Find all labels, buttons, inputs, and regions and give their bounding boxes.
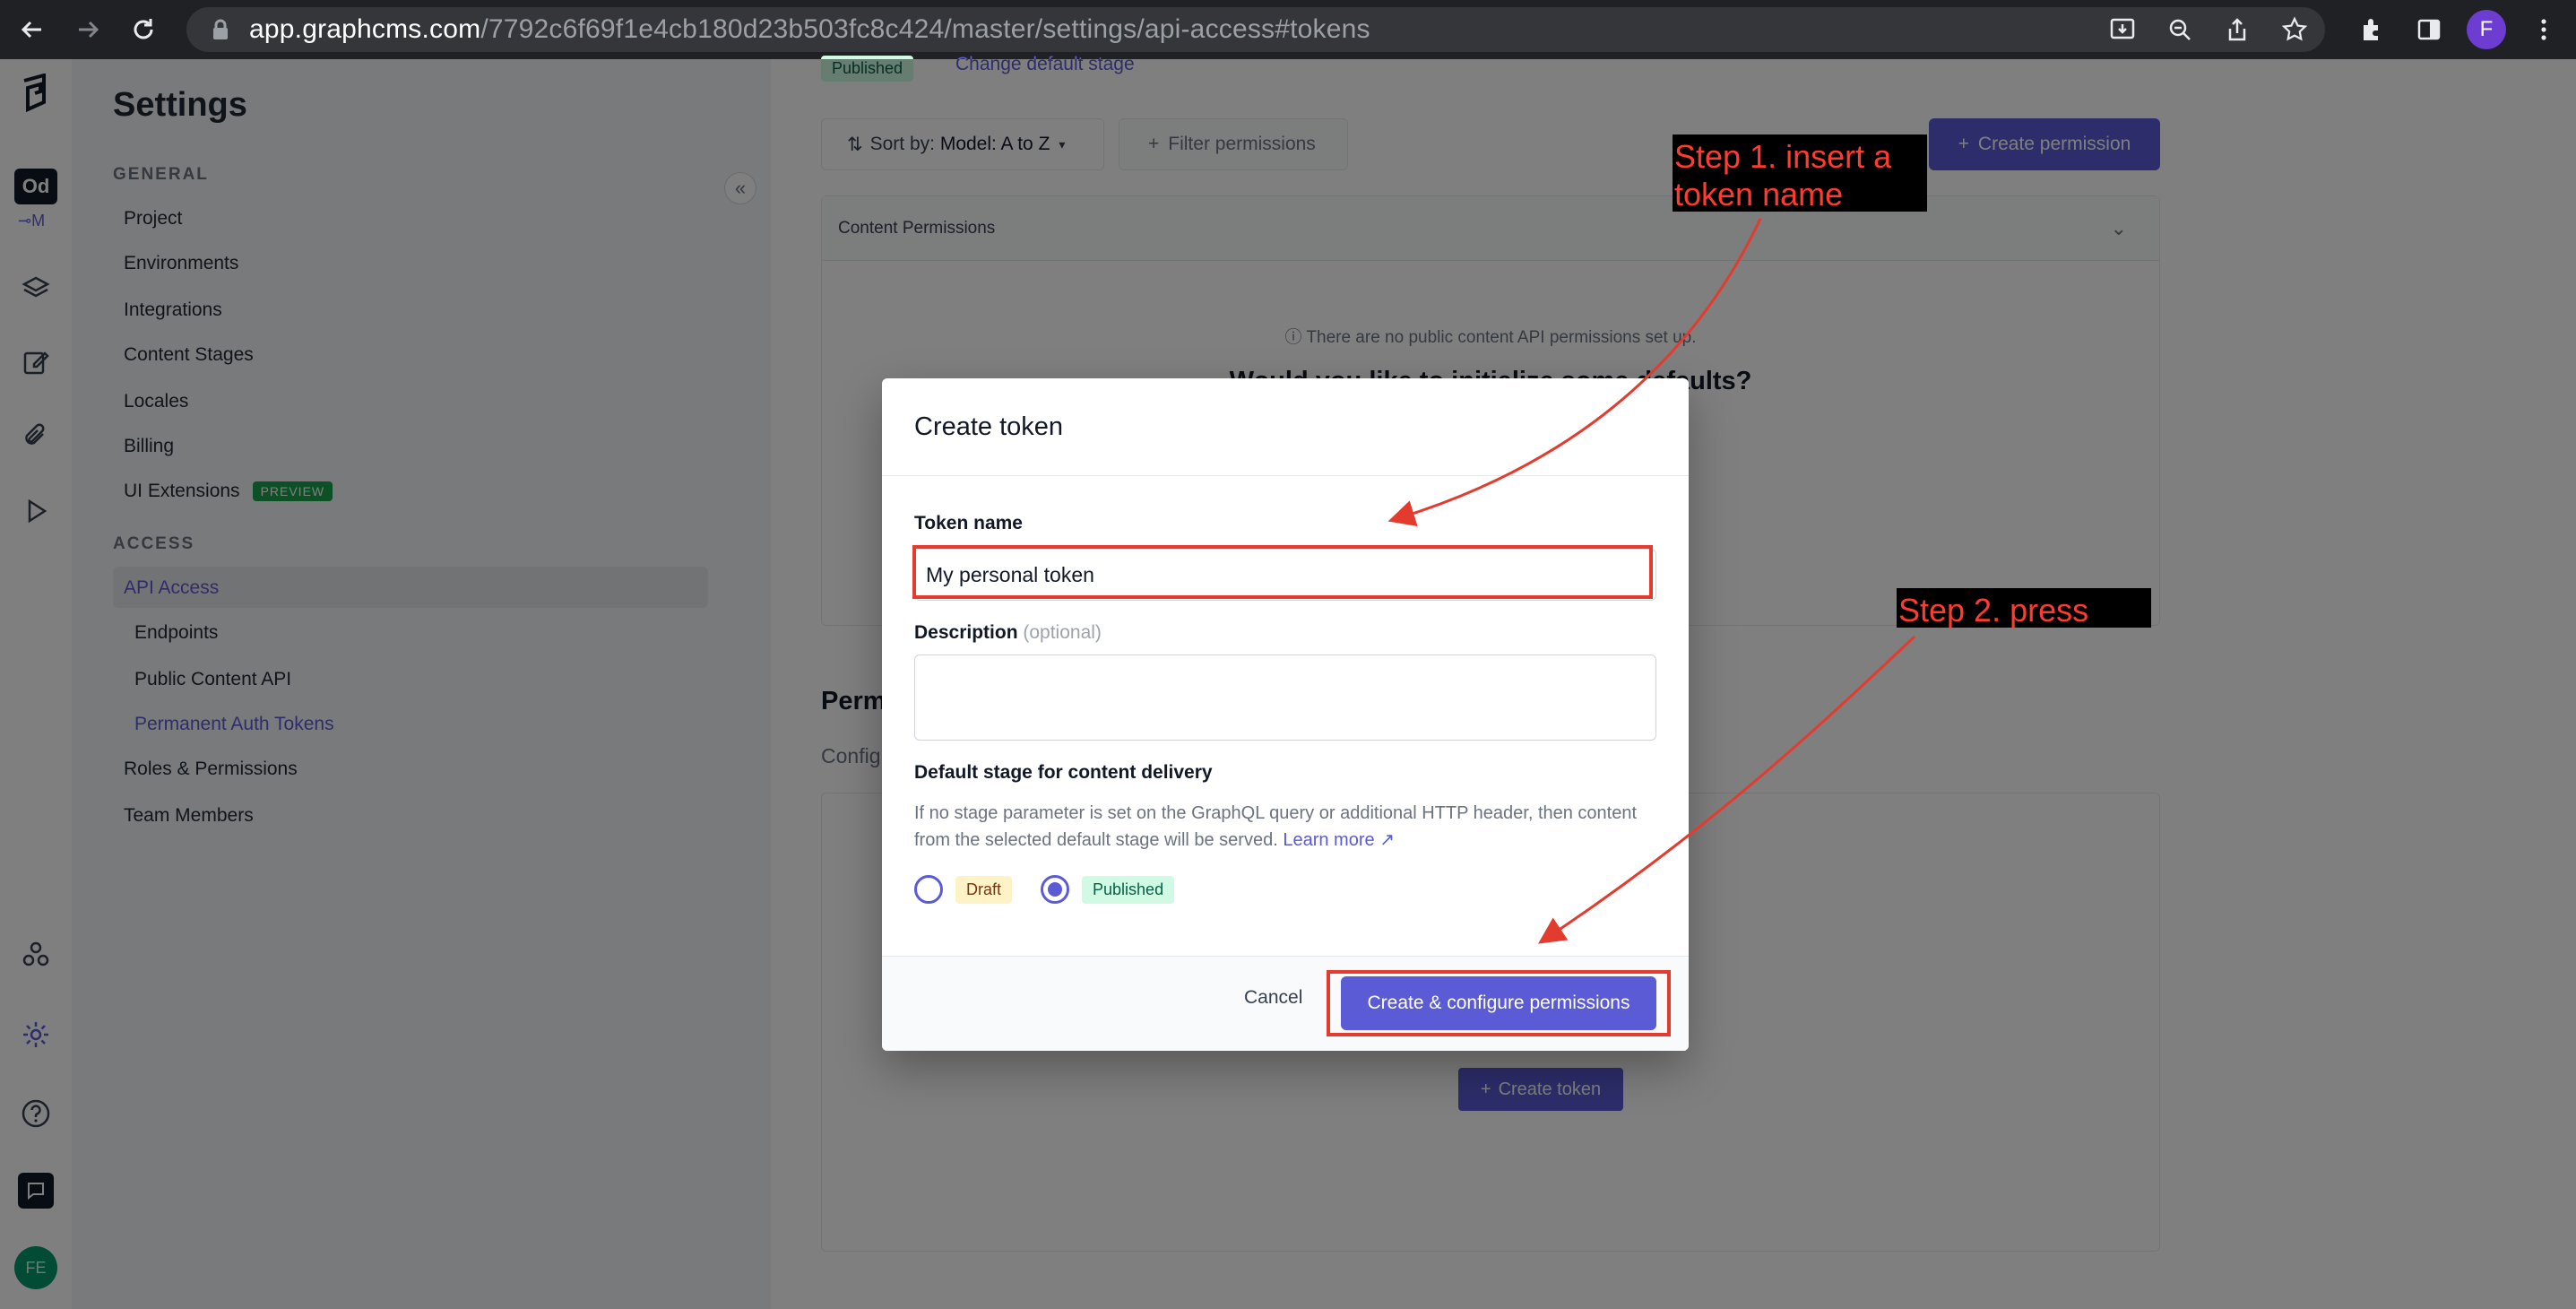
lock-icon — [212, 19, 229, 40]
learn-more-link[interactable]: Learn more ↗ — [1283, 830, 1395, 850]
reload-icon[interactable] — [120, 6, 167, 53]
extensions-icon[interactable] — [2352, 10, 2391, 49]
step2-annotation: Step 2. press — [1897, 588, 2151, 628]
share-icon[interactable] — [2217, 10, 2257, 49]
description-input[interactable] — [914, 654, 1656, 741]
back-icon[interactable] — [9, 6, 56, 53]
browser-toolbar: app.graphcms.com/7792c6f69f1e4cb180d23b5… — [0, 0, 2576, 59]
forward-icon[interactable] — [65, 6, 111, 53]
stage-help-text: If no stage parameter is set on the Grap… — [914, 803, 1638, 850]
draft-tag: Draft — [955, 875, 1013, 904]
default-stage-label: Default stage for content delivery — [914, 762, 1213, 783]
optional-hint: (optional) — [1023, 622, 1102, 643]
modal-divider — [882, 475, 1689, 476]
token-name-label: Token name — [914, 513, 1023, 533]
create-token-modal: Create token Token name Description (opt… — [882, 378, 1689, 1051]
description-label: Description (optional) — [914, 622, 1102, 643]
published-tag: Published — [1082, 875, 1175, 904]
more-menu-icon[interactable] — [2524, 10, 2563, 49]
cancel-button[interactable]: Cancel — [1244, 987, 1302, 1009]
side-panel-icon[interactable] — [2409, 10, 2449, 49]
radio-published[interactable] — [1041, 875, 1070, 904]
token-name-highlight — [912, 545, 1653, 599]
profile-avatar[interactable]: F — [2467, 10, 2506, 49]
bookmark-star-icon[interactable] — [2275, 10, 2314, 49]
modal-title: Create token — [914, 412, 1064, 441]
radio-selected-dot — [1048, 882, 1063, 897]
radio-draft[interactable] — [914, 875, 943, 904]
address-bar[interactable]: app.graphcms.com/7792c6f69f1e4cb180d23b5… — [186, 7, 2325, 52]
zoom-icon[interactable] — [2160, 10, 2200, 49]
url-text: app.graphcms.com/7792c6f69f1e4cb180d23b5… — [249, 14, 1370, 44]
install-app-icon[interactable] — [2103, 10, 2142, 49]
confirm-button-highlight — [1327, 970, 1671, 1036]
external-link-icon: ↗ — [1379, 830, 1395, 850]
stage-radio-group: Draft Published — [914, 875, 1175, 904]
step1-annotation: Step 1. insert a token name — [1673, 134, 1927, 212]
